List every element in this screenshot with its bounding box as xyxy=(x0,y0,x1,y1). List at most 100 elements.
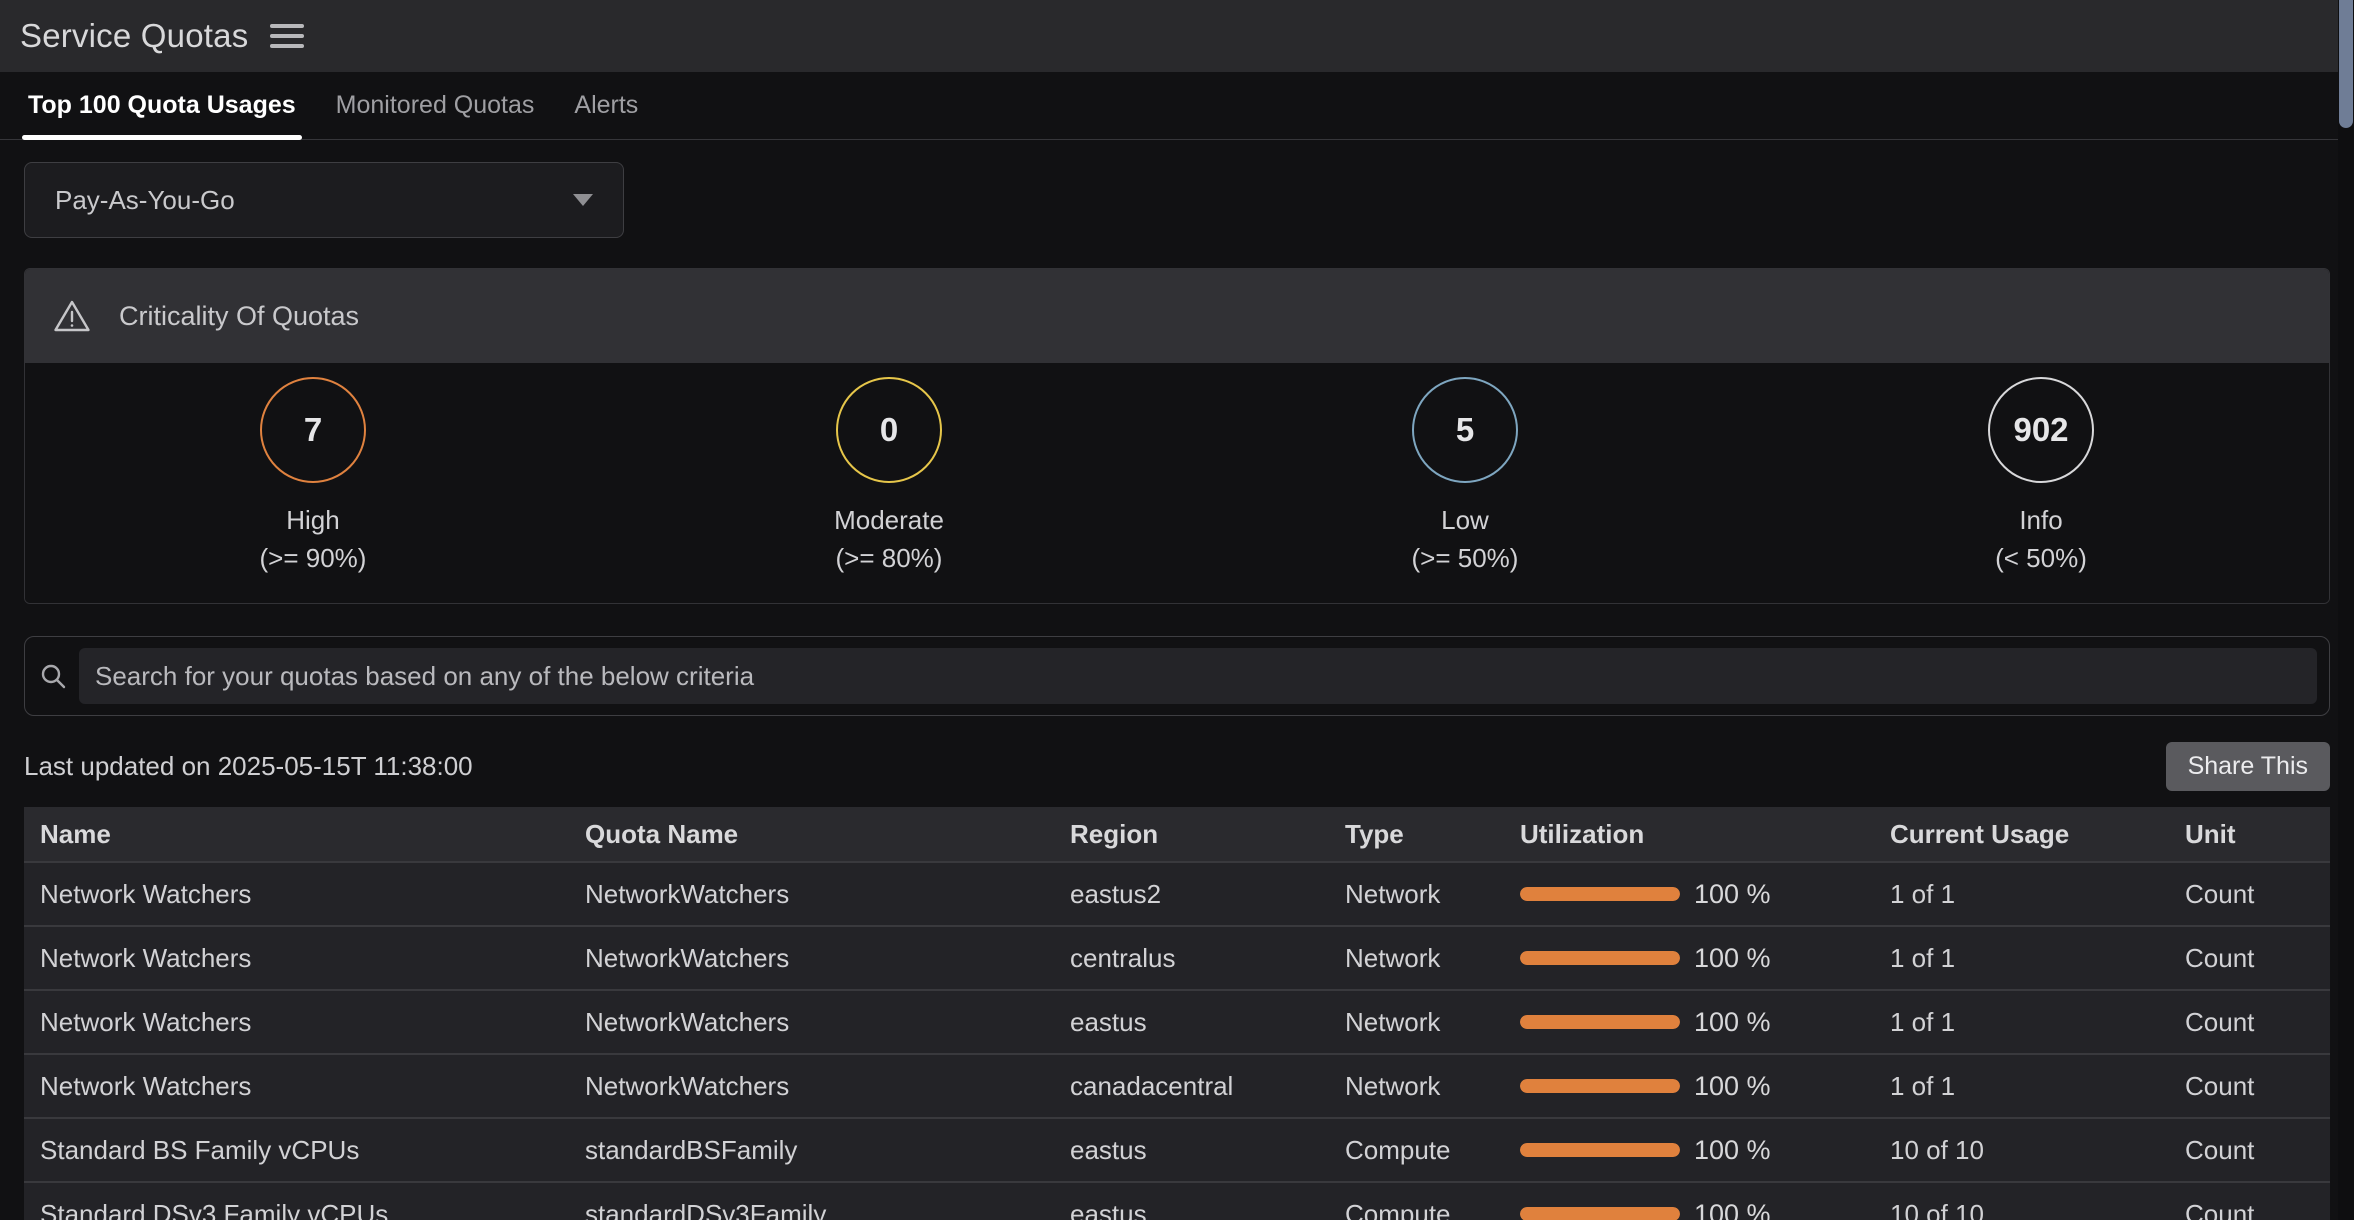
tab-monitored-quotas[interactable]: Monitored Quotas xyxy=(336,72,535,139)
share-this-button[interactable]: Share This xyxy=(2166,742,2330,791)
tab-bar: Top 100 Quota Usages Monitored Quotas Al… xyxy=(0,72,2354,140)
utilization-percent: 100 % xyxy=(1694,879,1771,910)
hamburger-menu-icon[interactable] xyxy=(270,24,304,48)
criticality-count-low: 5 xyxy=(1456,411,1474,449)
table-meta-row: Last updated on 2025-05-15T 11:38:00 Sha… xyxy=(24,742,2330,791)
cell-region: eastus xyxy=(1054,1182,1329,1220)
cell-unit: Count xyxy=(2169,1118,2330,1182)
column-header-quota-name: Quota Name xyxy=(569,807,1054,862)
criticality-ring-moderate: 0 xyxy=(836,377,942,483)
cell-current-usage: 10 of 10 xyxy=(1874,1118,2169,1182)
vertical-scrollbar xyxy=(2338,0,2354,1220)
table-row: Standard BS Family vCPUs standardBSFamil… xyxy=(24,1118,2330,1182)
cell-name: Network Watchers xyxy=(24,926,569,990)
cell-region: eastus xyxy=(1054,990,1329,1054)
quota-usage-table: Name Quota Name Region Type Utilization … xyxy=(24,807,2330,1220)
column-header-utilization: Utilization xyxy=(1504,807,1874,862)
subscription-dropdown[interactable]: Pay-As-You-Go xyxy=(24,162,624,238)
utilization-percent: 100 % xyxy=(1694,943,1771,974)
cell-name: Network Watchers xyxy=(24,990,569,1054)
cell-utilization: 100 % xyxy=(1504,1182,1874,1220)
cell-quota-name: standardDSv3Family xyxy=(569,1182,1054,1220)
cell-type: Network xyxy=(1329,990,1504,1054)
table-row: Network Watchers NetworkWatchers canadac… xyxy=(24,1054,2330,1118)
utilization-bar xyxy=(1520,1015,1680,1029)
cell-current-usage: 1 of 1 xyxy=(1874,1054,2169,1118)
criticality-stat-info: 902 Info (< 50%) xyxy=(1753,377,2329,577)
cell-name: Network Watchers xyxy=(24,1054,569,1118)
page-title: Service Quotas xyxy=(20,17,248,55)
cell-current-usage: 1 of 1 xyxy=(1874,862,2169,926)
utilization-bar xyxy=(1520,951,1680,965)
cell-quota-name: NetworkWatchers xyxy=(569,990,1054,1054)
cell-unit: Count xyxy=(2169,1182,2330,1220)
column-header-unit: Unit xyxy=(2169,807,2330,862)
cell-utilization: 100 % xyxy=(1504,1054,1874,1118)
cell-quota-name: NetworkWatchers xyxy=(569,1054,1054,1118)
cell-unit: Count xyxy=(2169,862,2330,926)
criticality-panel-header: Criticality Of Quotas xyxy=(25,269,2329,363)
criticality-label-info: Info xyxy=(2019,501,2062,539)
criticality-range-info: (< 50%) xyxy=(1995,539,2087,577)
table-header-row: Name Quota Name Region Type Utilization … xyxy=(24,807,2330,862)
cell-current-usage: 1 of 1 xyxy=(1874,990,2169,1054)
table-row: Network Watchers NetworkWatchers eastus … xyxy=(24,990,2330,1054)
criticality-stat-moderate: 0 Moderate (>= 80%) xyxy=(601,377,1177,577)
table-row: Standard DSv3 Family vCPUs standardDSv3F… xyxy=(24,1182,2330,1220)
cell-region: eastus xyxy=(1054,1118,1329,1182)
quota-search-input[interactable] xyxy=(79,648,2317,704)
utilization-percent: 100 % xyxy=(1694,1135,1771,1166)
cell-name: Standard DSv3 Family vCPUs xyxy=(24,1182,569,1220)
tab-top-100-quota-usages[interactable]: Top 100 Quota Usages xyxy=(28,72,296,139)
tab-alerts[interactable]: Alerts xyxy=(574,72,638,139)
criticality-count-moderate: 0 xyxy=(880,411,898,449)
top-bar: Service Quotas xyxy=(0,0,2354,72)
criticality-ring-low: 5 xyxy=(1412,377,1518,483)
cell-unit: Count xyxy=(2169,1054,2330,1118)
criticality-label-high: High xyxy=(286,501,339,539)
warning-icon xyxy=(53,299,91,333)
criticality-count-high: 7 xyxy=(304,411,322,449)
cell-unit: Count xyxy=(2169,990,2330,1054)
scrollbar-thumb[interactable] xyxy=(2339,0,2353,128)
cell-type: Compute xyxy=(1329,1118,1504,1182)
cell-utilization: 100 % xyxy=(1504,926,1874,990)
column-header-type: Type xyxy=(1329,807,1504,862)
column-header-name: Name xyxy=(24,807,569,862)
criticality-ring-info: 902 xyxy=(1988,377,2094,483)
cell-utilization: 100 % xyxy=(1504,990,1874,1054)
cell-utilization: 100 % xyxy=(1504,862,1874,926)
cell-current-usage: 10 of 10 xyxy=(1874,1182,2169,1220)
cell-type: Compute xyxy=(1329,1182,1504,1220)
cell-name: Standard BS Family vCPUs xyxy=(24,1118,569,1182)
utilization-percent: 100 % xyxy=(1694,1007,1771,1038)
cell-quota-name: standardBSFamily xyxy=(569,1118,1054,1182)
cell-region: canadacentral xyxy=(1054,1054,1329,1118)
criticality-panel-title: Criticality Of Quotas xyxy=(119,301,359,332)
criticality-range-low: (>= 50%) xyxy=(1412,539,1519,577)
criticality-stat-low: 5 Low (>= 50%) xyxy=(1177,377,1753,577)
last-updated-text: Last updated on 2025-05-15T 11:38:00 xyxy=(24,751,473,782)
subscription-dropdown-value: Pay-As-You-Go xyxy=(55,185,235,216)
cell-type: Network xyxy=(1329,1054,1504,1118)
column-header-current-usage: Current Usage xyxy=(1874,807,2169,862)
criticality-label-moderate: Moderate xyxy=(834,501,944,539)
criticality-ring-high: 7 xyxy=(260,377,366,483)
utilization-bar xyxy=(1520,1207,1680,1220)
cell-current-usage: 1 of 1 xyxy=(1874,926,2169,990)
search-icon xyxy=(39,662,67,690)
cell-type: Network xyxy=(1329,862,1504,926)
quota-search-bar xyxy=(24,636,2330,716)
cell-name: Network Watchers xyxy=(24,862,569,926)
criticality-panel-body: 7 High (>= 90%) 0 Moderate (>= 80%) 5 Lo… xyxy=(25,363,2329,603)
utilization-bar xyxy=(1520,1079,1680,1093)
cell-region: eastus2 xyxy=(1054,862,1329,926)
utilization-percent: 100 % xyxy=(1694,1199,1771,1220)
table-row: Network Watchers NetworkWatchers eastus2… xyxy=(24,862,2330,926)
chevron-down-icon xyxy=(573,194,593,206)
criticality-range-moderate: (>= 80%) xyxy=(836,539,943,577)
criticality-count-info: 902 xyxy=(2013,411,2068,449)
cell-utilization: 100 % xyxy=(1504,1118,1874,1182)
cell-quota-name: NetworkWatchers xyxy=(569,862,1054,926)
criticality-label-low: Low xyxy=(1441,501,1489,539)
